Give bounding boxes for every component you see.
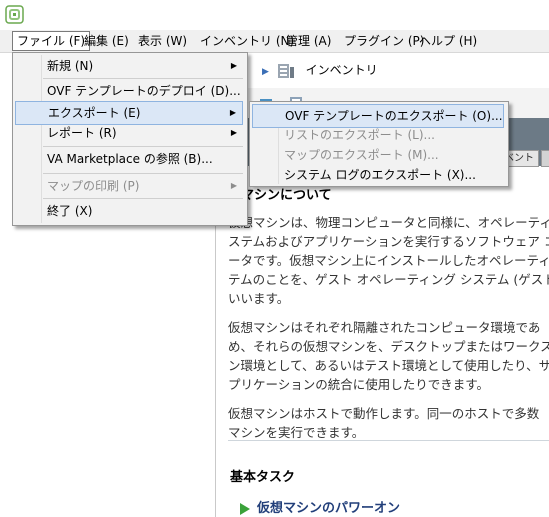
menu-administration[interactable]: 管理 (A): [282, 32, 335, 50]
menu-item-deploy-ovf-label: OVF テンプレートのデプロイ (D)...: [47, 84, 241, 98]
export-submenu: OVF テンプレートのエクスポート (O)... リストのエクスポート (L).…: [249, 101, 509, 187]
breadcrumb-inventory[interactable]: インベントリ: [306, 63, 378, 77]
menu-item-deploy-ovf[interactable]: OVF テンプレートのデプロイ (D)...: [15, 80, 243, 102]
menu-item-exit-label: 終了 (X): [47, 204, 93, 218]
menu-edit[interactable]: 編集 (E): [80, 32, 133, 50]
file-menu: 新規 (N) ▶ OVF テンプレートのデプロイ (D)... エクスポート (E…: [12, 52, 248, 226]
menu-file[interactable]: ファイル (F): [12, 31, 91, 51]
about-vm-paragraph-3: 仮想マシンはホストで動作します。同一のホストで多数 マシンを実行できます。: [228, 406, 540, 440]
menu-item-report-label: レポート (R): [47, 126, 117, 140]
submenu-arrow-icon: ▶: [230, 181, 237, 190]
menu-help[interactable]: ヘルプ (H): [415, 32, 481, 50]
submenu-arrow-icon: ▶: [230, 128, 237, 137]
menu-item-va-marketplace[interactable]: VA Marketplace の参照 (B)...: [15, 148, 243, 170]
menu-item-export-system-logs[interactable]: システム ログのエクスポート (X)...: [252, 164, 504, 186]
menu-item-export-maps-label: マップのエクスポート (M)...: [284, 148, 439, 162]
tab-partial[interactable]: [541, 150, 549, 167]
menu-separator: [43, 146, 243, 147]
breadcrumb: ▶ インベントリ: [262, 60, 378, 80]
chevron-right-icon[interactable]: ▶: [262, 67, 269, 77]
power-on-vm-link[interactable]: 仮想マシンのパワーオン: [240, 497, 400, 516]
basic-tasks-heading: 基本タスク: [230, 470, 296, 485]
menu-item-export-system-logs-label: システム ログのエクスポート (X)...: [284, 168, 476, 182]
menu-view[interactable]: 表示 (W): [134, 32, 191, 50]
play-icon: [240, 502, 250, 515]
menu-separator: [43, 198, 243, 199]
vsphere-client-icon: [5, 5, 24, 24]
about-vm-paragraph-1: 仮想マシンは、物理コンピュータと同様に、オペレーティ ステムおよびアプリケーショ…: [228, 215, 549, 306]
menu-separator: [43, 173, 243, 174]
menu-item-export-list: リストのエクスポート (L)...: [252, 124, 504, 146]
menu-item-report[interactable]: レポート (R) ▶: [15, 122, 243, 144]
about-vm-heading: 想マシンについて: [228, 188, 332, 203]
section-divider: [228, 440, 549, 441]
menu-bar: ファイル (F) 編集 (E) 表示 (W) インベントリ (N) 管理 (A)…: [0, 30, 549, 53]
vm-info-content: 想マシンについて 仮想マシンは、物理コンピュータと同様に、オペレーティ ステムお…: [228, 186, 549, 452]
menu-item-export-ovf-label: OVF テンプレートのエクスポート (O)...: [285, 109, 503, 123]
submenu-arrow-icon: ▶: [230, 61, 237, 70]
menu-item-export-maps: マップのエクスポート (M)...: [252, 144, 504, 166]
menu-separator: [43, 78, 243, 79]
menu-item-print-maps-label: マップの印刷 (P): [47, 179, 140, 193]
menu-item-print-maps: マップの印刷 (P) ▶: [15, 175, 243, 197]
inventory-icon: [277, 63, 294, 78]
about-vm-paragraph-2: 仮想マシンはそれぞれ隔離されたコンピュータ環境であ め、それらの仮想マシンを、デ…: [228, 320, 549, 392]
title-bar: [0, 0, 549, 30]
power-on-vm-label: 仮想マシンのパワーオン: [257, 501, 401, 516]
submenu-arrow-icon: ▶: [229, 108, 236, 117]
menu-item-va-marketplace-label: VA Marketplace の参照 (B)...: [47, 152, 213, 166]
menu-item-export-list-label: リストのエクスポート (L)...: [284, 128, 435, 142]
menu-item-new-label: 新規 (N): [47, 59, 94, 73]
menu-item-exit[interactable]: 終了 (X): [15, 200, 243, 222]
menu-item-new[interactable]: 新規 (N) ▶: [15, 55, 243, 77]
menu-item-export-label: エクスポート (E): [48, 106, 141, 120]
